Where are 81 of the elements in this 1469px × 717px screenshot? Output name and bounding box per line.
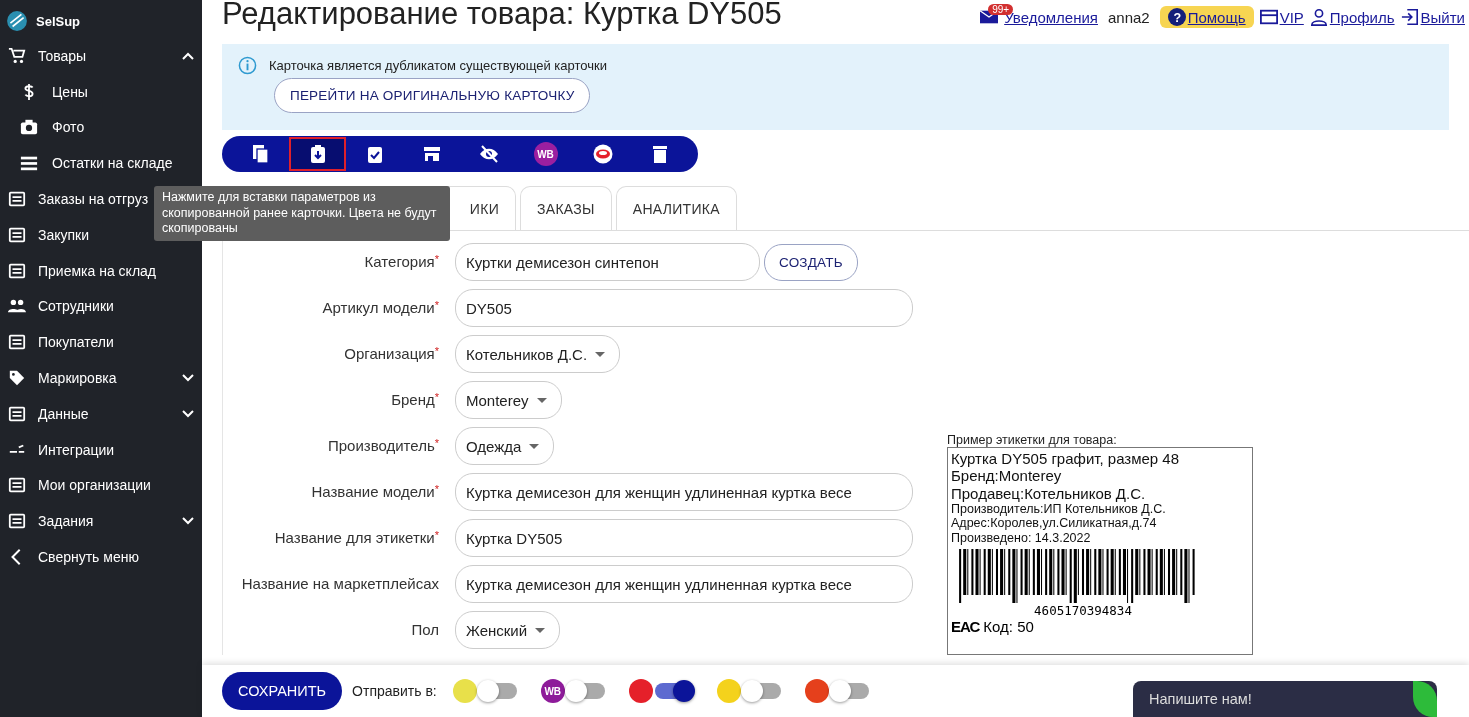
sidebar-item[interactable]: Свернуть меню [0, 539, 202, 575]
caret-icon [529, 443, 540, 449]
list-icon [8, 190, 26, 209]
paste-button[interactable] [289, 137, 346, 171]
chat-widget[interactable]: Напишите нам! [1133, 681, 1437, 717]
tooltip: Нажмите для вставки параметров из скопированной ранее карточки. Цвета не будут скопированы [154, 186, 450, 241]
marketplace-icon: WB [540, 679, 565, 703]
page-title: Редактирование товара: Куртка DY505 [222, 0, 782, 32]
label-line: Адрес:Королев,ул.Силикатная,д.74 [951, 516, 1158, 531]
create-button[interactable]: СОЗДАТЬ [764, 243, 858, 281]
toggle-switch[interactable] [830, 683, 869, 699]
text-field[interactable]: DY505 [455, 289, 913, 327]
label-line: Куртка DY505 графит, размер 48 [951, 450, 1181, 468]
sidebar-item[interactable]: Мои организации [0, 467, 202, 504]
field-label: Производитель* [326, 436, 440, 456]
vip-link[interactable]: VIP [1259, 8, 1304, 26]
marketplace-logo-icon [592, 144, 613, 164]
exit-icon [1400, 8, 1419, 26]
caret-icon [536, 397, 547, 403]
dropdown[interactable]: Женский [455, 611, 561, 649]
sidebar-item[interactable]: Интеграции [0, 431, 202, 468]
notice-text: Карточка является дубликатом существующей карточки [269, 58, 607, 73]
dropdown[interactable]: Котельников Д.С. [455, 335, 621, 373]
brand-name: SelSup [36, 13, 81, 29]
info-icon [238, 56, 257, 75]
field-label: Артикул модели* [321, 298, 440, 318]
camera-icon [20, 118, 38, 137]
sidebar-subitem[interactable]: Фото [0, 109, 202, 146]
caret-icon [595, 351, 606, 357]
profile-link[interactable]: Профиль [1309, 8, 1395, 26]
copy-icon [250, 144, 271, 164]
cart-icon [8, 46, 26, 65]
sidebar-item[interactable]: Задания [0, 503, 202, 540]
username: anna2 [1106, 8, 1151, 26]
toggle-switch[interactable] [478, 683, 517, 699]
eac-mark: ЕАС [951, 617, 980, 635]
sidebar-item[interactable]: Данные [0, 395, 202, 432]
label-line: Произведено: 14.3.2022 [951, 530, 1092, 545]
label-line: Бренд:Monterey [951, 467, 1063, 485]
text-field[interactable]: Куртки демисезон синтепон [455, 243, 760, 281]
logo-icon [6, 10, 28, 32]
field-label: Название на маркетплейсах [240, 574, 440, 594]
save-button[interactable]: СОХРАНИТЬ [222, 672, 343, 710]
text-field[interactable]: Куртка демисезон для женщин удлиненная куртка весе [455, 473, 913, 511]
sidebar-subitem[interactable]: Остатки на складе [0, 145, 202, 182]
help-icon: ? [1167, 8, 1186, 26]
text-field[interactable]: Куртка DY505 [455, 519, 913, 557]
toggle-switch[interactable] [742, 683, 781, 699]
barcode-number: 4605170394834 [1033, 602, 1133, 618]
logout-link[interactable]: Выйти [1400, 8, 1465, 26]
toggle-switch[interactable] [654, 683, 693, 699]
eye-off-icon [478, 144, 499, 164]
sidebar-item[interactable]: Сотрудники [0, 288, 202, 325]
tag-icon [8, 369, 26, 388]
tab[interactable]: АНАЛИТИКА [615, 186, 737, 230]
field-label: Название модели* [310, 482, 440, 502]
go-to-original-button[interactable]: ПЕРЕЙТИ НА ОРИГИНАЛЬНУЮ КАРТОЧКУ [274, 78, 591, 113]
field-label: Пол [410, 620, 440, 640]
code-text: Код: 50 [983, 617, 1034, 635]
sidebar-item[interactable]: Товары [0, 38, 202, 74]
sidebar-item[interactable]: Маркировка [0, 360, 202, 396]
label-line: Продавец:Котельников Д.С. [951, 484, 1147, 502]
sidebar-subitem[interactable]: Цены [0, 73, 202, 110]
person-icon [1309, 8, 1328, 26]
help-button[interactable]: ? Помощь [1159, 6, 1254, 28]
sidebar-item[interactable]: Приемка на склад [0, 252, 202, 289]
sidebar-item[interactable]: Покупатели [0, 324, 202, 361]
field-label: Организация* [343, 344, 440, 364]
field-label: Название для этикетки* [273, 528, 440, 548]
caret-icon [535, 627, 546, 633]
dropdown[interactable]: Monterey [455, 381, 562, 419]
wb-button[interactable]: WB [517, 137, 574, 171]
toggle-switch[interactable] [566, 683, 605, 699]
preview-caption: Пример этикетки для товара: [947, 433, 1118, 447]
field-label: Категория* [363, 252, 440, 272]
send-to-label: Отправить в: [352, 683, 437, 699]
label-line: Производитель:ИП Котельников Д.С. [951, 501, 1167, 517]
dropdown[interactable]: Одежда [455, 427, 555, 465]
field-label: Бренд* [390, 390, 440, 410]
text-field[interactable]: Куртка демисезон для женщин удлиненная куртка весе [455, 565, 913, 603]
tab[interactable]: ЗАКАЗЫ [520, 186, 612, 230]
